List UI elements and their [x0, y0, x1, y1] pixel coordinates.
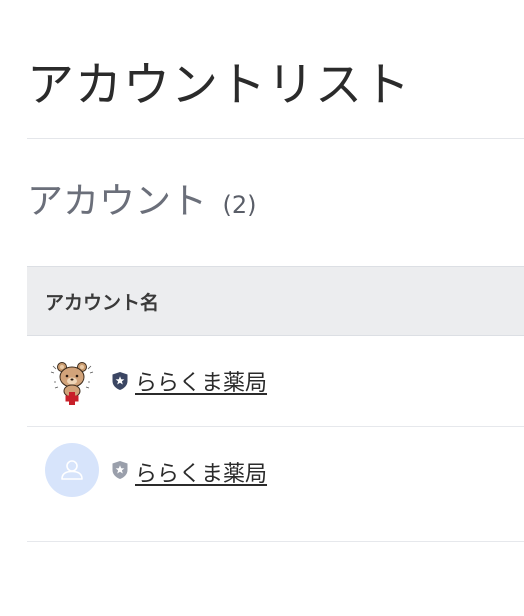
column-header-account-name: アカウント名 [45, 291, 160, 314]
table-row: ららくま薬局 [27, 336, 524, 427]
page-title: アカウントリスト [27, 58, 411, 113]
section-title-label: アカウント [27, 181, 208, 222]
shield-star-icon [111, 371, 129, 391]
account-list-page: アカウントリスト アカウント (2) アカウント名 ららくま薬局 ららくま薬局 [0, 0, 524, 616]
section-title: アカウント (2) [27, 178, 256, 229]
default-user-icon [61, 460, 83, 480]
account-link[interactable]: ららくま薬局 [135, 365, 267, 397]
shield-star-icon [111, 460, 129, 480]
table-row: ららくま薬局 [27, 427, 524, 542]
title-divider [27, 138, 524, 139]
account-count: (2) [222, 191, 257, 219]
account-table: アカウント名 ららくま薬局 ららくま薬局 [27, 266, 524, 542]
table-header: アカウント名 [27, 266, 524, 336]
avatar [45, 354, 99, 408]
bear-icon [50, 362, 94, 405]
avatar [45, 443, 99, 497]
account-link[interactable]: ららくま薬局 [135, 456, 267, 488]
